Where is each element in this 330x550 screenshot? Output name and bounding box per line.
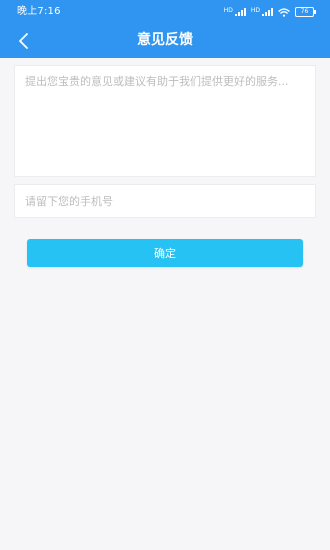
feedback-box (14, 65, 316, 177)
feedback-input[interactable] (15, 66, 315, 176)
status-icons: HD HD 76 (224, 6, 316, 18)
cellular-signal-icon: HD (224, 8, 246, 16)
phone-input[interactable] (15, 185, 315, 217)
cellular-signal-icon-2: HD (251, 8, 273, 16)
phone-box (14, 184, 316, 218)
page-title: 意见反馈 (137, 32, 193, 48)
status-bar: 晚上7:16 HD HD 76 (0, 0, 330, 24)
status-time: 晚上7:16 (17, 6, 61, 17)
nav-bar: 意见反馈 (0, 24, 330, 58)
confirm-button[interactable]: 确定 (27, 239, 303, 267)
signal-label-2: HD (250, 7, 260, 14)
battery-icon: 76 (295, 7, 316, 17)
signal-label: HD (223, 7, 233, 14)
wifi-icon (278, 7, 290, 17)
